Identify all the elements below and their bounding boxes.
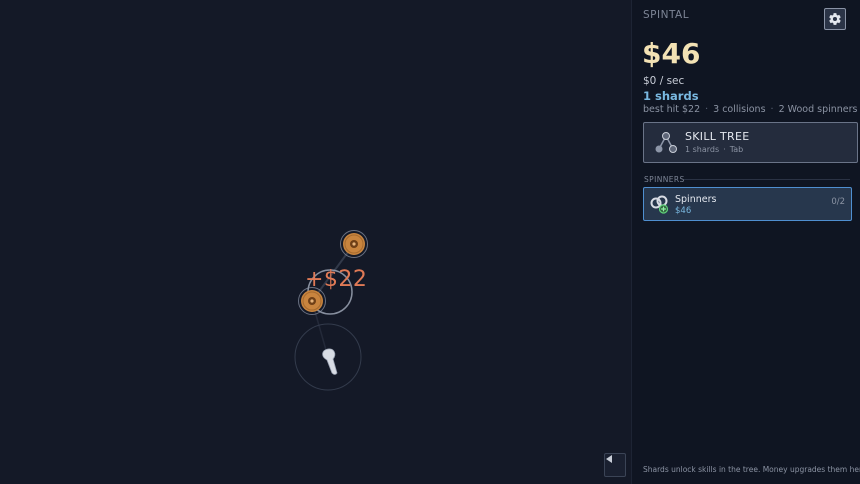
side-panel: SPINTAL $46 $0 / sec 1 shards best hit $…	[631, 0, 860, 484]
gear-icon	[829, 13, 841, 25]
money-rate: $0 / sec	[643, 75, 685, 87]
hit-value-text: +$22	[305, 267, 368, 292]
shard-count: 1 shards	[643, 89, 699, 103]
game-field[interactable]: +$22	[0, 0, 631, 484]
separator: ·	[770, 104, 774, 115]
settings-button[interactable]	[824, 8, 846, 30]
spinner-item-name: Spinners	[675, 194, 717, 205]
wood-spinner[interactable]	[340, 230, 368, 258]
skill-tree-button[interactable]: SKILL TREE 1 shards · Tab	[643, 122, 858, 163]
game-canvas[interactable]	[0, 0, 631, 484]
spinner-item-count: 0/2	[831, 197, 845, 207]
skill-tree-shards: 1 shards	[685, 145, 720, 154]
stats-line: best hit $22 · 3 collisions · 2 Wood spinner…	[643, 104, 858, 115]
collapse-panel-button[interactable]	[604, 453, 626, 477]
skill-tree-title: SKILL TREE	[685, 130, 750, 143]
spinners-section-label: SPINNERS	[644, 175, 685, 184]
triangle-left-icon	[606, 455, 612, 463]
spinner-item-cost: $46	[675, 206, 692, 216]
launcher-handle-icon[interactable]	[322, 348, 338, 375]
separator: ·	[723, 145, 726, 154]
separator: ·	[705, 104, 709, 115]
game-title: SPINTAL	[643, 9, 690, 21]
launcher[interactable]	[294, 323, 362, 391]
skill-tree-hotkey: Tab	[729, 145, 744, 154]
help-hint: Shards unlock skills in the tree. Money …	[643, 465, 860, 474]
money-total: $46	[642, 37, 701, 70]
skill-tree-subtitle: 1 shards · Tab	[685, 145, 743, 154]
spinner-count-stat: 2 Wood spinners	[778, 104, 858, 115]
buy-spinner-button[interactable]: Spinners $46 0/2	[643, 187, 852, 221]
best-hit-stat: best hit $22	[643, 104, 701, 115]
skill-tree-nodes-icon	[655, 132, 677, 153]
spinners-icon	[650, 195, 669, 214]
section-divider	[684, 179, 850, 180]
collisions-stat: 3 collisions	[713, 104, 766, 115]
